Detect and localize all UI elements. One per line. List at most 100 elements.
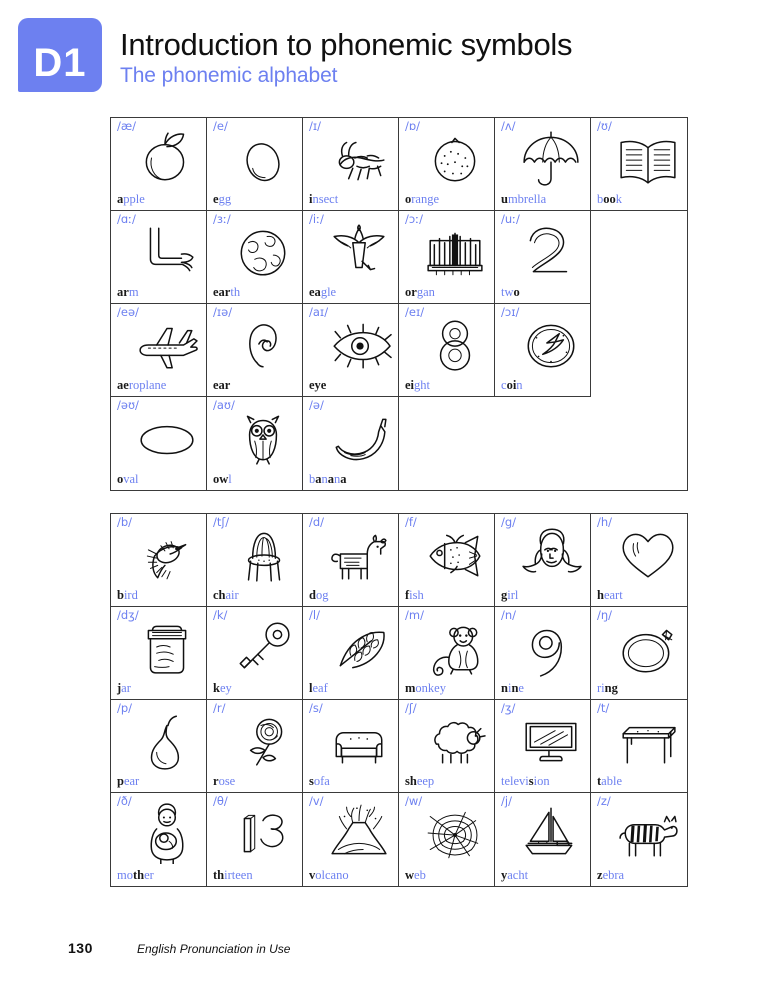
eagle-drawing bbox=[322, 220, 396, 282]
example-word: ear bbox=[213, 377, 231, 392]
title-block: Introduction to phonemic symbols The pho… bbox=[120, 28, 573, 88]
phonetic-symbol: /ʃ/ bbox=[405, 701, 417, 715]
example-word: leaf bbox=[309, 680, 328, 695]
phonetic-symbol: /ɒ/ bbox=[405, 119, 421, 133]
phonetic-symbol: /ɜː/ bbox=[213, 212, 231, 226]
arm-drawing bbox=[130, 220, 204, 282]
example-word: sheep bbox=[405, 773, 435, 788]
phonetic-symbol: /aʊ/ bbox=[213, 398, 235, 412]
example-word: eagle bbox=[309, 284, 337, 299]
example-word: owl bbox=[213, 471, 232, 486]
number-two-drawing bbox=[514, 220, 588, 282]
example-word: monkey bbox=[405, 680, 446, 695]
example-word: television bbox=[501, 773, 550, 788]
phonetic-symbol: /b/ bbox=[117, 515, 133, 529]
mother-drawing bbox=[130, 802, 204, 864]
phonetic-symbol: /æ/ bbox=[117, 119, 137, 133]
example-word: insect bbox=[309, 191, 339, 206]
example-word: thirteen bbox=[213, 867, 253, 882]
phonetic-symbol: /ɪə/ bbox=[213, 305, 233, 319]
egg-drawing bbox=[226, 127, 300, 189]
jar-drawing bbox=[130, 616, 204, 678]
phonetic-symbol: /ŋ/ bbox=[597, 608, 613, 622]
phonetic-symbol: /w/ bbox=[405, 794, 423, 808]
phoneme-cell: /f/fish bbox=[399, 514, 495, 607]
phoneme-cell: /æ/apple bbox=[111, 118, 207, 211]
example-word: sofa bbox=[309, 773, 330, 788]
dog-drawing bbox=[322, 523, 396, 585]
phoneme-cell: /ʒ/television bbox=[495, 700, 591, 793]
example-word: eye bbox=[309, 377, 327, 392]
phoneme-cell: /ɑː/arm bbox=[111, 211, 207, 304]
phoneme-cell: /h/heart bbox=[591, 514, 687, 607]
heart-drawing bbox=[611, 523, 685, 585]
empty-cell bbox=[495, 397, 591, 490]
example-word: arm bbox=[117, 284, 139, 299]
phonetic-symbol: /n/ bbox=[501, 608, 517, 622]
phonetic-symbol: /e/ bbox=[213, 119, 228, 133]
empty-cell bbox=[591, 304, 687, 397]
phoneme-cell: /ʊ/book bbox=[591, 118, 687, 211]
example-word: girl bbox=[501, 587, 519, 602]
phonetic-symbol: /θ/ bbox=[213, 794, 228, 808]
phoneme-cell: /dʒ/jar bbox=[111, 607, 207, 700]
phoneme-cell: /t/table bbox=[591, 700, 687, 793]
example-word: key bbox=[213, 680, 232, 695]
page-header: D1 Introduction to phonemic symbols The … bbox=[0, 0, 767, 108]
chair-drawing bbox=[226, 523, 300, 585]
phonetic-symbol: /ɪ/ bbox=[309, 119, 322, 133]
example-word: orange bbox=[405, 191, 440, 206]
phonetic-symbol: /ʊ/ bbox=[597, 119, 612, 133]
phoneme-cell: /ɪə/ear bbox=[207, 304, 303, 397]
example-word: nine bbox=[501, 680, 524, 695]
phonetic-symbol: /dʒ/ bbox=[117, 608, 139, 622]
phonetic-symbol: /ɔː/ bbox=[405, 212, 423, 226]
phoneme-cell: /r/rose bbox=[207, 700, 303, 793]
phoneme-cell: /l/leaf bbox=[303, 607, 399, 700]
phonetic-symbol: /r/ bbox=[213, 701, 226, 715]
apple-drawing bbox=[130, 127, 204, 189]
number-eight-drawing bbox=[418, 313, 492, 375]
phoneme-cell: /aʊ/owl bbox=[207, 397, 303, 490]
key-drawing bbox=[226, 616, 300, 678]
oval-drawing bbox=[130, 406, 204, 468]
example-word: pear bbox=[117, 773, 140, 788]
phonetic-symbol: /uː/ bbox=[501, 212, 520, 226]
page-number: 130 bbox=[68, 940, 93, 956]
bird-drawing bbox=[130, 523, 204, 585]
phoneme-cell: /d/dog bbox=[303, 514, 399, 607]
phoneme-cell: /ʃ/sheep bbox=[399, 700, 495, 793]
example-word: rose bbox=[213, 773, 236, 788]
rose-drawing bbox=[226, 709, 300, 771]
organ-drawing bbox=[418, 220, 492, 282]
consonant-symbols-table: /b/bird/tʃ/chair/d/dog/f/fish/g/girl/h/h… bbox=[110, 513, 688, 887]
zebra-drawing bbox=[611, 802, 685, 864]
phoneme-cell: /v/volcano bbox=[303, 793, 399, 886]
owl-drawing bbox=[226, 406, 300, 468]
example-word: aeroplane bbox=[117, 377, 167, 392]
phoneme-cell: /eə/aeroplane bbox=[111, 304, 207, 397]
phonetic-symbol: /s/ bbox=[309, 701, 323, 715]
example-word: dog bbox=[309, 587, 329, 602]
example-word: apple bbox=[117, 191, 145, 206]
volcano-drawing bbox=[322, 802, 396, 864]
example-word: table bbox=[597, 773, 622, 788]
example-word: ring bbox=[597, 680, 618, 695]
ear-drawing bbox=[226, 313, 300, 375]
example-word: oval bbox=[117, 471, 139, 486]
phonetic-symbol: /k/ bbox=[213, 608, 228, 622]
phoneme-cell: /ɒ/orange bbox=[399, 118, 495, 211]
monkey-drawing bbox=[418, 616, 492, 678]
television-drawing bbox=[514, 709, 588, 771]
phoneme-cell: /m/monkey bbox=[399, 607, 495, 700]
phonetic-symbol: /z/ bbox=[597, 794, 611, 808]
empty-cell bbox=[399, 397, 495, 490]
phonetic-symbol: /ʒ/ bbox=[501, 701, 516, 715]
phoneme-cell: /g/girl bbox=[495, 514, 591, 607]
sheep-drawing bbox=[418, 709, 492, 771]
table-drawing bbox=[611, 709, 685, 771]
girl-drawing bbox=[514, 523, 588, 585]
insect-drawing bbox=[322, 127, 396, 189]
phonetic-symbol: /eə/ bbox=[117, 305, 139, 319]
phonetic-symbol: /eɪ/ bbox=[405, 305, 425, 319]
